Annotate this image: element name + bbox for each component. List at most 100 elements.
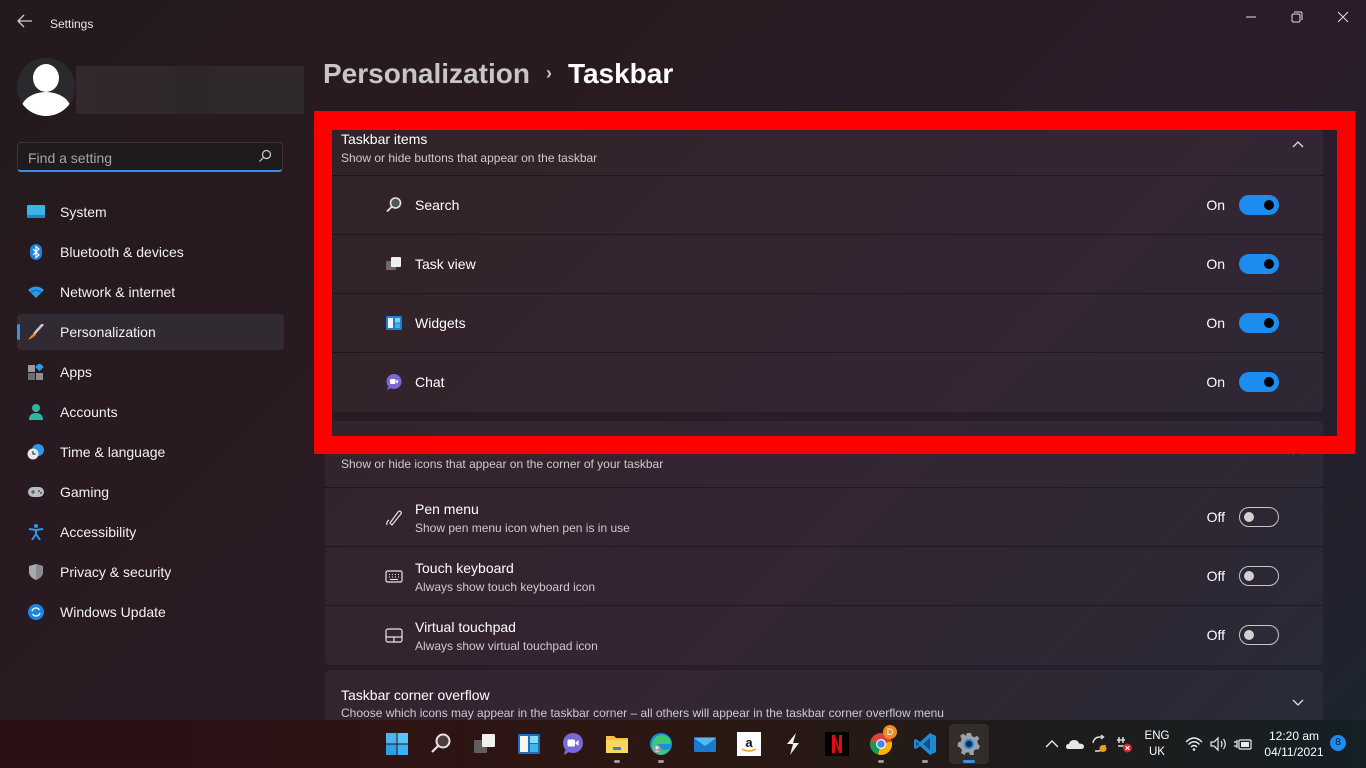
close-icon: [1337, 11, 1349, 23]
amazon-icon: a: [737, 732, 761, 756]
chevron-up-icon[interactable]: [1291, 138, 1305, 152]
taskbar-start-button[interactable]: [377, 724, 417, 764]
touch-keyboard-toggle[interactable]: [1239, 566, 1279, 586]
task-view-icon: [386, 257, 401, 270]
avatar[interactable]: [17, 58, 75, 116]
chevron-down-icon[interactable]: [1291, 695, 1305, 709]
taskbar-settings[interactable]: [949, 724, 989, 764]
section-subtitle: Show or hide buttons that appear on the …: [341, 151, 598, 165]
sidebar-item-accounts[interactable]: Accounts: [17, 394, 284, 430]
search-toggle[interactable]: [1239, 195, 1279, 215]
chrome-profile-badge: D: [883, 725, 897, 739]
paintbrush-icon: [28, 324, 44, 340]
breadcrumb: Personalization › Taskbar: [323, 58, 673, 90]
sidebar-item-time-language[interactable]: Time & language: [17, 434, 284, 470]
sidebar-item-label: Windows Update: [60, 604, 166, 620]
gamepad-icon: [28, 487, 44, 497]
clock-globe-icon: [27, 444, 44, 460]
clock-date: 04/11/2021: [1264, 745, 1324, 759]
pen-menu-toggle[interactable]: [1239, 507, 1279, 527]
close-button[interactable]: [1320, 4, 1366, 30]
sidebar-item-label: Privacy & security: [60, 564, 172, 580]
search-input[interactable]: [28, 148, 248, 168]
sidebar-item-network[interactable]: Network & internet: [17, 274, 284, 310]
task-view-toggle[interactable]: [1239, 254, 1279, 274]
sidebar-nav: System Bluetooth & devices Network & int…: [17, 194, 284, 634]
page-title: Taskbar: [567, 58, 674, 89]
onedrive-cloud-icon[interactable]: [1065, 734, 1085, 754]
wifi-icon[interactable]: [1184, 734, 1204, 754]
sidebar-item-label: Accounts: [60, 404, 118, 420]
breadcrumb-parent[interactable]: Personalization: [323, 58, 530, 89]
taskbar-widgets-button[interactable]: [509, 724, 549, 764]
section-subtitle: Show or hide icons that appear on the co…: [341, 457, 664, 471]
taskbar-vscode[interactable]: [905, 724, 945, 764]
notification-count-badge[interactable]: 8: [1330, 735, 1346, 751]
sidebar-item-gaming[interactable]: Gaming: [17, 474, 284, 510]
profile-name-redacted: [76, 66, 304, 114]
show-hidden-icons-chevron-icon[interactable]: [1042, 734, 1062, 754]
clock[interactable]: 12:20 am 04/11/2021: [1262, 728, 1326, 760]
shield-icon: [29, 564, 43, 580]
setting-row-chat: Chat On: [325, 353, 1323, 412]
toggle-knob: [1244, 571, 1254, 581]
taskbar-items-header[interactable]: Taskbar items Show or hide buttons that …: [325, 118, 1323, 176]
battery-charging-icon[interactable]: [1233, 734, 1253, 754]
taskbar-netflix[interactable]: [817, 724, 857, 764]
setting-row-widgets: Widgets On: [325, 294, 1323, 353]
accounts-icon: [29, 404, 43, 420]
running-indicator: [878, 760, 884, 763]
minimize-button[interactable]: [1228, 4, 1274, 30]
taskbar-edge[interactable]: [641, 724, 681, 764]
section-title: Taskbar corner overflow: [341, 687, 490, 703]
toggle-knob: [1264, 318, 1274, 328]
setting-label: Virtual touchpad: [415, 619, 516, 635]
taskbar-chrome[interactable]: D: [861, 724, 901, 764]
toggle-knob: [1244, 512, 1254, 522]
lightning-s-icon: [787, 733, 799, 755]
sync-icon[interactable]: [1089, 734, 1109, 754]
setting-row-task-view: Task view On: [325, 235, 1323, 294]
running-indicator: [614, 760, 620, 763]
taskbar-mail[interactable]: [685, 724, 725, 764]
toggle-state-text: Off: [1206, 568, 1225, 584]
sidebar-item-bluetooth[interactable]: Bluetooth & devices: [17, 234, 284, 270]
mail-icon: [694, 737, 716, 752]
sidebar-item-system[interactable]: System: [17, 194, 284, 230]
toggle-state-text: Off: [1206, 509, 1225, 525]
widgets-toggle[interactable]: [1239, 313, 1279, 333]
sidebar-item-accessibility[interactable]: Accessibility: [17, 514, 284, 550]
sidebar-item-apps[interactable]: Apps: [17, 354, 284, 390]
taskbar-corner-icons-header[interactable]: Show or hide icons that appear on the co…: [325, 421, 1323, 488]
taskbar-items-card: Taskbar items Show or hide buttons that …: [325, 118, 1323, 412]
chevron-up-icon[interactable]: [1291, 445, 1305, 459]
taskbar-search-button[interactable]: [421, 724, 461, 764]
taskbar-file-explorer[interactable]: [597, 724, 637, 764]
restore-button[interactable]: [1274, 4, 1320, 30]
search-box[interactable]: [17, 142, 283, 172]
sidebar-item-personalization[interactable]: Personalization: [17, 314, 284, 350]
volume-icon[interactable]: [1209, 734, 1229, 754]
sidebar-item-privacy[interactable]: Privacy & security: [17, 554, 284, 590]
sidebar-item-label: Apps: [60, 364, 92, 380]
taskbar-amazon[interactable]: a: [729, 724, 769, 764]
setting-label: Search: [415, 197, 460, 213]
clock-time: 12:20 am: [1268, 729, 1320, 743]
input-language-indicator[interactable]: ENG UK: [1142, 728, 1172, 760]
sidebar-item-windows-update[interactable]: Windows Update: [17, 594, 284, 630]
chat-toggle[interactable]: [1239, 372, 1279, 392]
section-subtitle: Choose which icons may appear in the tas…: [341, 706, 944, 720]
network-error-icon[interactable]: [1114, 734, 1134, 754]
widgets-icon: [518, 734, 540, 754]
widgets-icon: [386, 316, 402, 330]
setting-label: Touch keyboard: [415, 560, 514, 576]
search-icon: [431, 733, 451, 753]
sidebar-item-label: Personalization: [60, 324, 156, 340]
search-icon[interactable]: [258, 149, 272, 163]
taskbar-task-view-button[interactable]: [465, 724, 505, 764]
taskbar-chat-button[interactable]: [553, 724, 593, 764]
virtual-touchpad-toggle[interactable]: [1239, 625, 1279, 645]
taskbar-app-s[interactable]: [773, 724, 813, 764]
back-button[interactable]: [14, 14, 36, 34]
setting-row-virtual-touchpad: Virtual touchpad Always show virtual tou…: [325, 606, 1323, 665]
